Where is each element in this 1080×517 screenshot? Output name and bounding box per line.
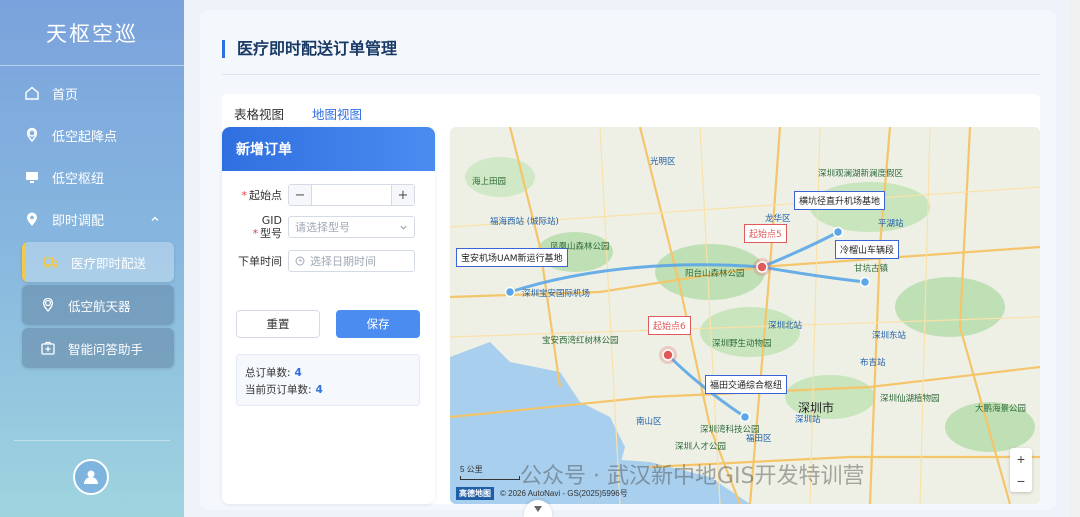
map-place: 平湖站 (878, 219, 904, 229)
sidebar-item-label: 即时调配 (52, 213, 105, 229)
page-scrollbar[interactable] (1070, 0, 1080, 517)
map-view[interactable]: 海上田园 福海西站 (城际站) 凤凰山森林公园 深圳宝安国际机场 阳台山森林公园… (450, 127, 1040, 504)
map-place: 龙华区 (765, 214, 791, 224)
model-row: GID * 型号 请选择型号 (222, 214, 435, 240)
sidebar-subitem-label: 智能问答助手 (68, 341, 144, 357)
model-select[interactable]: 请选择型号 (288, 216, 415, 238)
order-stats: 总订单数: 4 当前页订单数: 4 (236, 354, 420, 406)
map-place: 阳台山森林公园 (685, 269, 745, 279)
order-time-picker[interactable]: 选择日期时间 (288, 250, 415, 272)
model-label: 型号 (260, 227, 282, 240)
start-point-stepper: − + (288, 184, 415, 206)
sidebar-item-label: 低空起降点 (52, 129, 118, 145)
map-label-hengkeng-base[interactable]: 横坑径直升机场基地 (794, 191, 886, 210)
amap-logo: 高德地图 (456, 487, 494, 500)
page-orders-label: 当前页订单数: (245, 384, 312, 396)
chevron-down-icon (534, 505, 542, 512)
location-pin-icon (24, 127, 40, 143)
chevron-down-icon (400, 225, 407, 230)
increment-button[interactable]: + (392, 185, 414, 205)
model-label-gid: GID (261, 214, 282, 227)
map-zoom-control: + − (1010, 448, 1032, 492)
map-label-start-6[interactable]: 起始点6 (648, 316, 691, 335)
required-mark: * (241, 188, 248, 202)
drone-pin-icon (40, 297, 56, 313)
map-place: 福海西站 (城际站) (490, 217, 559, 227)
content-panel: 表格视图 地图视图 新增订单 * 起始点 − + GID * 型号 请选择型号 … (222, 94, 1040, 504)
title-divider (222, 74, 1040, 75)
watermark: 公众号 · 武汉新中地GIS开发特训营 (520, 464, 865, 489)
medical-kit-icon (40, 340, 56, 356)
reset-button[interactable]: 重置 (236, 310, 320, 338)
map-label-baoan-base[interactable]: 宝安机场UAM新运行基地 (456, 248, 568, 267)
start-point-row: * 起始点 − + (222, 184, 435, 206)
order-time-row: 下单时间 选择日期时间 (222, 250, 435, 272)
form-title: 新增订单 (222, 127, 435, 171)
map-place: 宝安西湾红树林公园 (542, 336, 619, 346)
monitor-icon (24, 169, 40, 185)
sidebar-subitem-medical-delivery[interactable]: 医疗即时配送 (22, 242, 174, 282)
map-place: 深圳湾科技公园 (700, 425, 760, 435)
avatar[interactable] (73, 459, 109, 495)
sidebar-item-hub[interactable]: 低空枢纽 (0, 156, 184, 198)
sidebar-item-dispatch[interactable]: 即时调配 (0, 198, 184, 240)
map-place: 深圳东站 (872, 331, 907, 341)
page-orders-value: 4 (315, 384, 323, 396)
map-place: 海上田园 (472, 177, 507, 187)
sidebar-item-label: 首页 (52, 87, 79, 103)
model-select-placeholder: 请选择型号 (295, 221, 350, 234)
map-place: 深圳人才公园 (675, 442, 727, 452)
map-place: 大鹏海景公园 (975, 404, 1027, 414)
map-place: 深圳北站 (768, 321, 803, 331)
zoom-in-button[interactable]: + (1017, 451, 1025, 467)
save-button[interactable]: 保存 (336, 310, 420, 338)
sidebar-item-home[interactable]: 首页 (0, 72, 184, 114)
chevron-up-icon[interactable] (150, 214, 160, 224)
map-scale-bar (460, 476, 520, 480)
zoom-out-button[interactable]: − (1017, 473, 1025, 489)
map-place: 深圳观澜湖新澜度假区 (818, 169, 904, 179)
map-label-lengshan-depot[interactable]: 冷榴山车辆段 (835, 240, 900, 259)
sidebar-subitem-qa-assistant[interactable]: 智能问答助手 (22, 328, 174, 368)
map-place: 布吉站 (860, 358, 886, 368)
sidebar-item-landing-points[interactable]: 低空起降点 (0, 114, 184, 156)
start-point-input[interactable] (311, 185, 392, 205)
sidebar-item-label: 低空枢纽 (52, 171, 105, 187)
brand-title: 天枢空巡 (0, 0, 184, 66)
map-scale: 5 公里 (460, 464, 520, 480)
sidebar-subitem-label: 医疗即时配送 (71, 255, 147, 271)
map-label-futian-hub[interactable]: 福田交通综合枢纽 (705, 375, 788, 394)
sidebar-subitem-label: 低空航天器 (68, 298, 131, 314)
map-place: 深圳仙湖植物园 (880, 394, 940, 404)
page-title: 医疗即时配送订单管理 (222, 40, 397, 58)
main-content: 医疗即时配送订单管理 表格视图 地图视图 新增订单 * 起始点 − + GID *… (200, 10, 1056, 510)
map-place: 甘坑古镇 (854, 264, 889, 274)
order-time-label: 下单时间 (238, 254, 282, 268)
map-label-start-5[interactable]: 起始点5 (744, 224, 787, 243)
new-order-form: 新增订单 * 起始点 − + GID * 型号 请选择型号 下单时间 选择日期时… (222, 127, 435, 504)
sidebar: 天枢空巡 首页 低空起降点 低空枢纽 即时调配 医疗即时配送 低空航天器 智能问… (0, 0, 184, 517)
truck-icon (43, 254, 59, 270)
decrement-button[interactable]: − (289, 185, 311, 205)
map-marker-icon (24, 211, 40, 227)
map-place: 深圳野生动物园 (712, 339, 772, 349)
map-scale-label: 5 公里 (460, 465, 483, 474)
map-place: 深圳宝安国际机场 (522, 289, 591, 299)
map-city-label: 深圳市 (798, 401, 835, 415)
map-canvas[interactable] (450, 127, 1040, 504)
home-icon (24, 85, 40, 101)
clock-icon (295, 256, 305, 266)
sidebar-nav: 首页 低空起降点 低空枢纽 即时调配 (0, 66, 184, 240)
total-orders-value: 4 (294, 367, 302, 379)
order-time-placeholder: 选择日期时间 (310, 255, 376, 268)
sidebar-subitem-aircraft[interactable]: 低空航天器 (22, 285, 174, 325)
sidebar-divider (14, 440, 170, 441)
required-mark: * (252, 227, 259, 240)
total-orders-label: 总订单数: (245, 367, 291, 379)
start-point-label: 起始点 (249, 188, 282, 202)
map-place: 南山区 (636, 417, 662, 427)
map-place: 光明区 (650, 157, 676, 167)
user-icon (84, 470, 98, 484)
